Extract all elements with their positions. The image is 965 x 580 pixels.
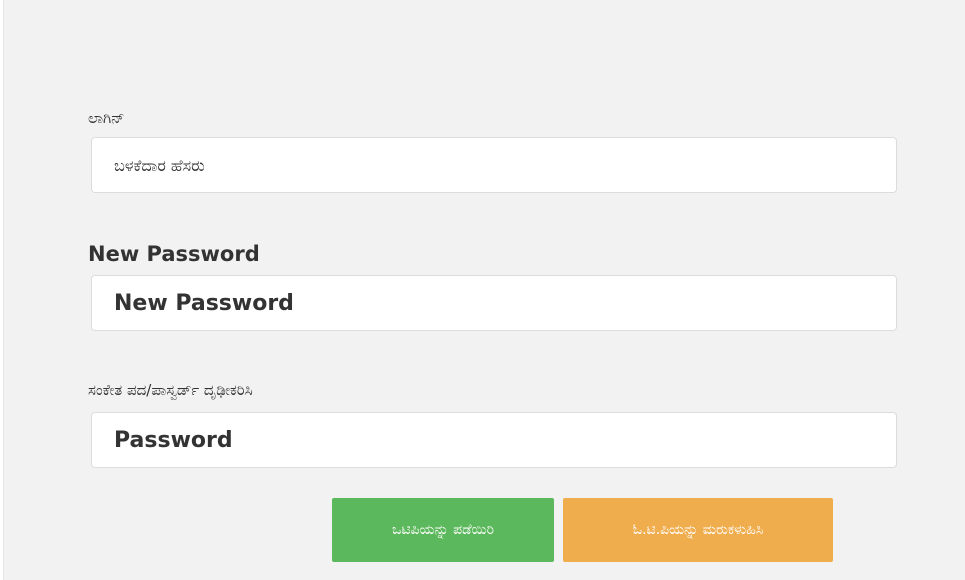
confirm-password-input[interactable] xyxy=(91,412,897,468)
new-password-input[interactable] xyxy=(91,275,897,331)
get-otp-button[interactable]: ಒಟಿಪಿಯನ್ನು ಪಡೆಯಿರಿ xyxy=(332,498,554,562)
resend-otp-button[interactable]: ಓ.ಟಿ.ಪಿಯನ್ನು ಮರುಕಳುಹಿಸಿ xyxy=(563,498,833,562)
username-input[interactable] xyxy=(91,137,897,193)
confirm-password-label: ಸಂಕೇತ ಪದ/ಪಾಸ್ವರ್ಡ್ ದೃಢೀಕರಿಸಿ xyxy=(88,381,253,399)
new-password-label: New Password xyxy=(88,242,260,266)
login-panel: ಲಾಗಿನ್ New Password ಸಂಕೇತ ಪದ/ಪಾಸ್ವರ್ಡ್ ದ… xyxy=(3,0,965,580)
login-label: ಲಾಗಿನ್ xyxy=(88,109,125,127)
